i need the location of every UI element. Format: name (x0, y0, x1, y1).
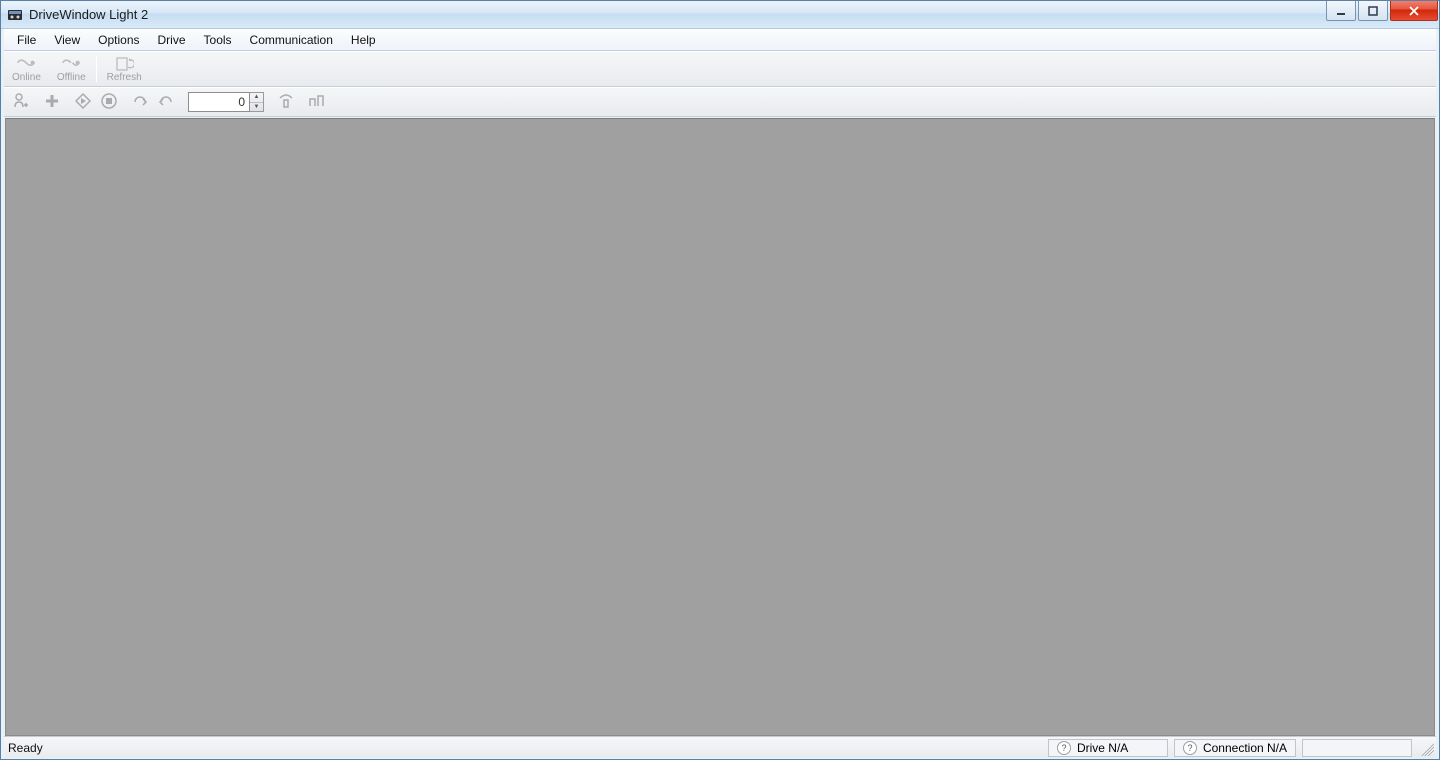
menu-help[interactable]: Help (342, 30, 385, 50)
online-icon (16, 56, 36, 72)
close-button[interactable] (1390, 1, 1438, 21)
toolbar-connection: Online Offline Refresh (4, 51, 1436, 87)
take-control-icon (12, 92, 30, 113)
menu-options[interactable]: Options (89, 30, 148, 50)
reference-spinner[interactable]: ▲ ▼ (250, 92, 264, 112)
help-icon: ? (1183, 741, 1197, 755)
reference-input[interactable] (188, 92, 250, 112)
start-icon (74, 92, 92, 113)
menu-communication[interactable]: Communication (241, 30, 342, 50)
status-empty-pane (1302, 739, 1412, 757)
stop-icon (100, 92, 118, 113)
redo-icon (131, 92, 149, 113)
undo-icon (157, 92, 175, 113)
menu-tools[interactable]: Tools (195, 30, 241, 50)
status-message: Ready (8, 741, 1048, 755)
status-drive-text: Drive N/A (1077, 741, 1128, 755)
status-connection-pane: ? Connection N/A (1174, 739, 1296, 757)
stop-button[interactable] (96, 90, 122, 114)
start-button[interactable] (70, 90, 96, 114)
menu-file[interactable]: File (8, 30, 45, 50)
menu-drive[interactable]: Drive (149, 30, 195, 50)
toolbar-drive-control: ▲ ▼ (4, 87, 1436, 117)
title-bar: DriveWindow Light 2 (1, 1, 1439, 29)
status-bar: Ready ? Drive N/A ? Connection N/A (4, 736, 1436, 758)
mdi-workspace (5, 118, 1435, 736)
reset-fault-button[interactable] (39, 90, 65, 114)
window-controls (1324, 1, 1438, 21)
step-button[interactable] (304, 90, 330, 114)
status-connection-text: Connection N/A (1203, 741, 1287, 755)
spin-up-button[interactable]: ▲ (250, 93, 263, 103)
minimize-button[interactable] (1326, 1, 1356, 21)
step-icon (308, 92, 326, 113)
window-title: DriveWindow Light 2 (29, 7, 148, 22)
toolbar-separator (96, 56, 97, 82)
reverse-button[interactable] (153, 90, 179, 114)
spin-down-button[interactable]: ▼ (250, 103, 263, 112)
take-control-button[interactable] (8, 90, 34, 114)
app-icon (7, 7, 23, 23)
online-label: Online (12, 72, 41, 83)
offline-icon (61, 56, 81, 72)
status-drive-pane: ? Drive N/A (1048, 739, 1168, 757)
menu-view[interactable]: View (45, 30, 89, 50)
refresh-label: Refresh (107, 72, 142, 83)
menu-bar: File View Options Drive Tools Communicat… (4, 29, 1436, 51)
forward-button[interactable] (127, 90, 153, 114)
plus-icon (43, 92, 61, 113)
refresh-icon (114, 56, 134, 72)
set-reference-icon (277, 92, 295, 113)
offline-button[interactable]: Offline (49, 52, 94, 86)
offline-label: Offline (57, 72, 86, 83)
refresh-button[interactable]: Refresh (99, 52, 150, 86)
maximize-button[interactable] (1358, 1, 1388, 21)
resize-grip[interactable] (1418, 740, 1434, 756)
set-reference-button[interactable] (273, 90, 299, 114)
online-button[interactable]: Online (4, 52, 49, 86)
help-icon: ? (1057, 741, 1071, 755)
reference-field: ▲ ▼ (188, 91, 264, 113)
